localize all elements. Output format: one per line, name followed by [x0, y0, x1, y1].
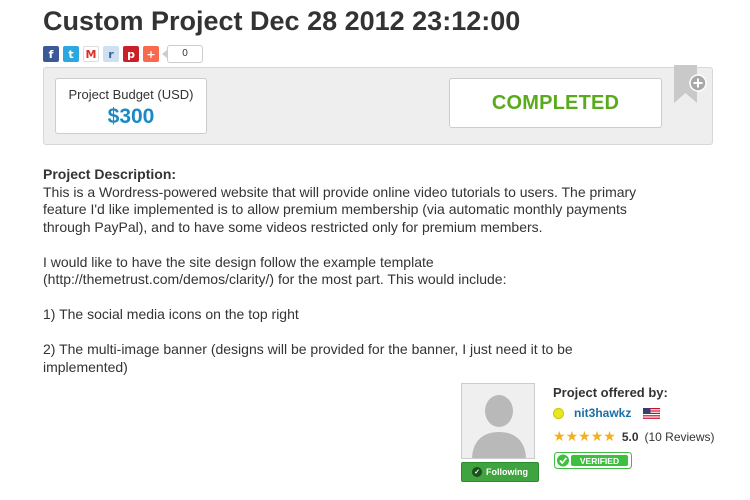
status-box: COMPLETED	[449, 78, 662, 128]
username-link[interactable]: nit3hawkz	[574, 406, 631, 420]
user-row: nit3hawkz	[553, 406, 661, 420]
budget-label: Project Budget (USD)	[68, 87, 194, 102]
verified-badge: VERIFIED	[554, 452, 632, 469]
rating-row: ★ ★ ★ ★ ★ 5.0 (10 Reviews)	[553, 430, 715, 444]
facebook-icon[interactable]: f	[43, 46, 59, 62]
following-label: Following	[486, 467, 528, 477]
star-icon: ★	[565, 429, 579, 445]
gmail-icon[interactable]: M	[83, 46, 99, 62]
description-paragraph: 1) The social media icons on the top rig…	[43, 306, 299, 322]
budget-value: $300	[107, 105, 155, 128]
star-icon: ★	[603, 429, 616, 445]
star-rating: ★ ★ ★ ★ ★	[553, 430, 616, 444]
offered-by-label: Project offered by:	[553, 385, 668, 400]
description-paragraph: This is a Wordress-powered website that …	[43, 183, 637, 235]
description-heading: Project Description:	[43, 166, 177, 182]
user-avatar[interactable]	[461, 383, 535, 459]
star-icon: ★	[553, 429, 566, 445]
verified-label: VERIFIED	[580, 456, 619, 466]
pinterest-icon[interactable]: p	[123, 46, 139, 62]
project-status-panel: Project Budget (USD) $300 COMPLETED	[43, 67, 713, 145]
online-status-icon	[553, 407, 564, 419]
twitter-icon[interactable]: t	[63, 46, 79, 62]
project-description: Project Description: This is a Wordress-…	[43, 166, 643, 376]
addthis-plus-icon[interactable]: +	[143, 46, 159, 62]
star-icon: ★	[578, 429, 591, 445]
check-icon: ✓	[472, 467, 482, 477]
status-label: COMPLETED	[491, 91, 620, 114]
reviews-link[interactable]: (10 Reviews)	[645, 430, 715, 444]
description-paragraph: I would like to have the site design fol…	[43, 253, 507, 288]
following-button[interactable]: ✓ Following	[461, 462, 539, 482]
share-count: 0	[162, 45, 203, 63]
star-icon: ★	[590, 429, 604, 445]
description-paragraph: 2) The multi-image banner (designs will …	[43, 341, 573, 375]
budget-box: Project Budget (USD) $300	[55, 78, 207, 134]
reddit-icon[interactable]: r	[103, 46, 119, 62]
avatar-placeholder-icon	[462, 384, 534, 458]
rating-value: 5.0	[621, 430, 639, 444]
project-title: Custom Project Dec 28 2012 23:12:00	[43, 6, 521, 36]
add-bookmark-icon[interactable]	[671, 63, 711, 107]
share-bar: f t M r p + 0	[43, 45, 203, 63]
verified-check-icon	[557, 454, 569, 467]
us-flag-icon	[643, 407, 661, 419]
